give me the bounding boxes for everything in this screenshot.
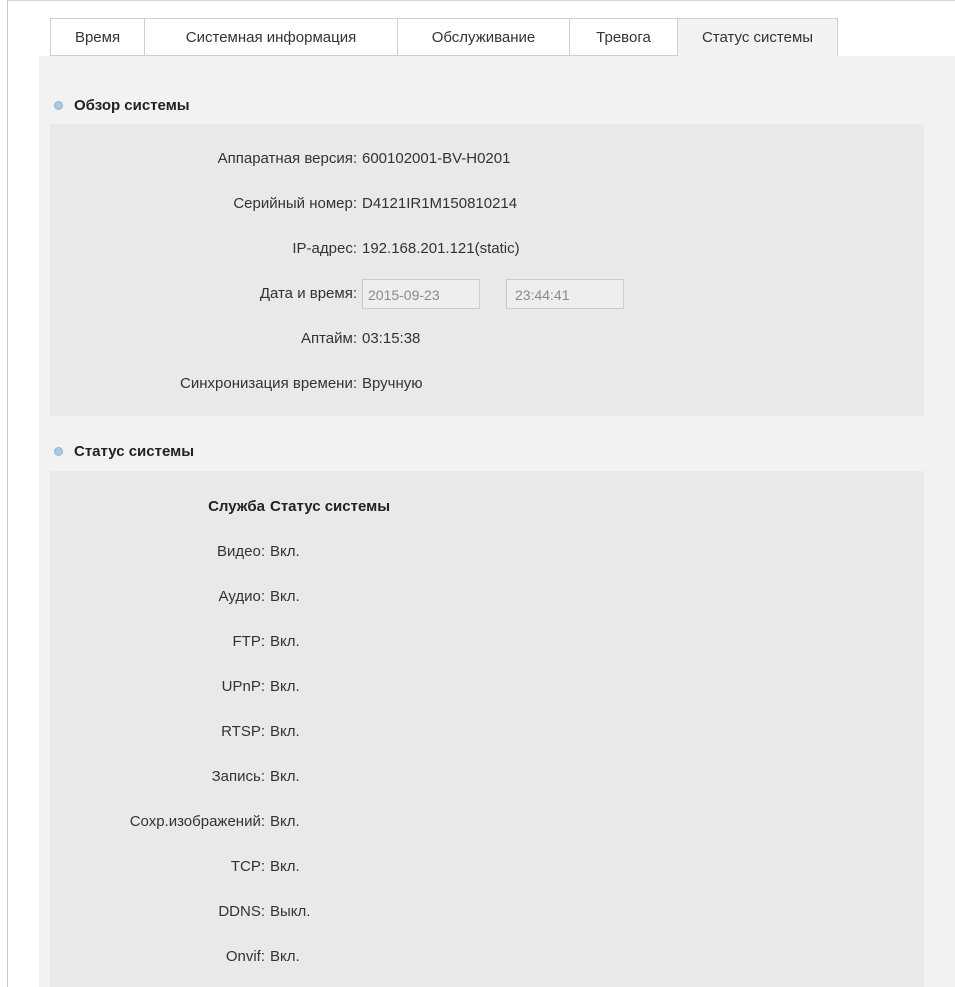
service-label: Видео:	[217, 543, 265, 560]
service-value: Вкл.	[270, 858, 300, 875]
service-label: UPnP:	[221, 678, 265, 695]
service-row-ftp: FTP: Вкл.	[50, 631, 924, 653]
service-value: Вкл.	[270, 633, 300, 650]
service-row-tcp: TCP: Вкл.	[50, 856, 924, 878]
serial-row: Серийный номер: D4121IR1M150810214	[50, 193, 924, 215]
bullet-icon	[54, 447, 63, 456]
overview-title-text: Обзор системы	[74, 97, 190, 114]
ip-row: IP-адрес: 192.168.201.121(static)	[50, 238, 924, 260]
tab-alarm[interactable]: Тревога	[570, 18, 678, 56]
date-field[interactable]: 2015-09-23	[362, 279, 480, 309]
status-header: Статус системы	[270, 498, 391, 515]
bullet-icon	[54, 101, 63, 110]
service-label: RTSP:	[221, 723, 265, 740]
ip-label: IP-адрес:	[292, 240, 357, 257]
section-status-title: Статус системы	[54, 443, 194, 460]
tab-bar: Время Системная информация Обслуживание …	[50, 18, 838, 57]
sync-label: Синхронизация времени:	[180, 375, 357, 392]
service-value: Вкл.	[270, 543, 300, 560]
status-box: Служба Статус системы Видео: Вкл. Аудио:…	[50, 471, 924, 987]
service-header: Служба	[208, 498, 265, 515]
service-label: TCP:	[230, 858, 265, 875]
service-label: Onvif:	[225, 948, 265, 965]
service-value: Выкл.	[270, 903, 311, 920]
tab-time[interactable]: Время	[50, 18, 145, 56]
service-row-upnp: UPnP: Вкл.	[50, 676, 924, 698]
datetime-row: Дата и время: 2015-09-23 23:44:41	[50, 279, 924, 309]
serial-label: Серийный номер:	[233, 195, 357, 212]
service-value: Вкл.	[270, 813, 300, 830]
service-value: Вкл.	[270, 948, 300, 965]
uptime-row: Аптайм: 03:15:38	[50, 328, 924, 350]
service-row-snapshot: Сохр.изображений: Вкл.	[50, 811, 924, 833]
service-row-rtsp: RTSP: Вкл.	[50, 721, 924, 743]
status-header-row: Служба Статус системы	[50, 496, 924, 518]
service-label: FTP:	[232, 633, 266, 650]
service-row-record: Запись: Вкл.	[50, 766, 924, 788]
service-value: Вкл.	[270, 678, 300, 695]
frame-top-border	[7, 0, 955, 1]
service-value: Вкл.	[270, 723, 300, 740]
hardware-label: Аппаратная версия:	[217, 150, 357, 167]
tab-system-info[interactable]: Системная информация	[145, 18, 398, 56]
serial-value: D4121IR1M150810214	[362, 195, 518, 212]
service-row-video: Видео: Вкл.	[50, 541, 924, 563]
service-row-onvif: Onvif: Вкл.	[50, 946, 924, 968]
uptime-value: 03:15:38	[362, 330, 421, 347]
hardware-value: 600102001-BV-H0201	[362, 150, 511, 167]
sync-row: Синхронизация времени: Вручную	[50, 373, 924, 395]
frame-left-border	[7, 0, 8, 987]
datetime-label: Дата и время:	[259, 285, 357, 302]
overview-box: Аппаратная версия: 600102001-BV-H0201 Се…	[50, 124, 924, 416]
status-title-text: Статус системы	[74, 443, 195, 460]
service-label: Запись:	[211, 768, 265, 785]
sync-value: Вручную	[362, 375, 423, 392]
hardware-row: Аппаратная версия: 600102001-BV-H0201	[50, 148, 924, 170]
tab-maintenance[interactable]: Обслуживание	[398, 18, 570, 56]
service-value: Вкл.	[270, 588, 300, 605]
service-value: Вкл.	[270, 768, 300, 785]
service-label: Сохр.изображений:	[129, 813, 265, 830]
service-row-audio: Аудио: Вкл.	[50, 586, 924, 608]
service-label: DDNS:	[218, 903, 265, 920]
service-row-ddns: DDNS: Выкл.	[50, 901, 924, 923]
ip-value: 192.168.201.121(static)	[362, 240, 520, 257]
time-field[interactable]: 23:44:41	[506, 279, 624, 309]
section-overview-title: Обзор системы	[54, 97, 190, 114]
tab-system-status[interactable]: Статус системы	[678, 18, 838, 57]
uptime-label: Аптайм:	[300, 330, 357, 347]
service-label: Аудио:	[218, 588, 265, 605]
